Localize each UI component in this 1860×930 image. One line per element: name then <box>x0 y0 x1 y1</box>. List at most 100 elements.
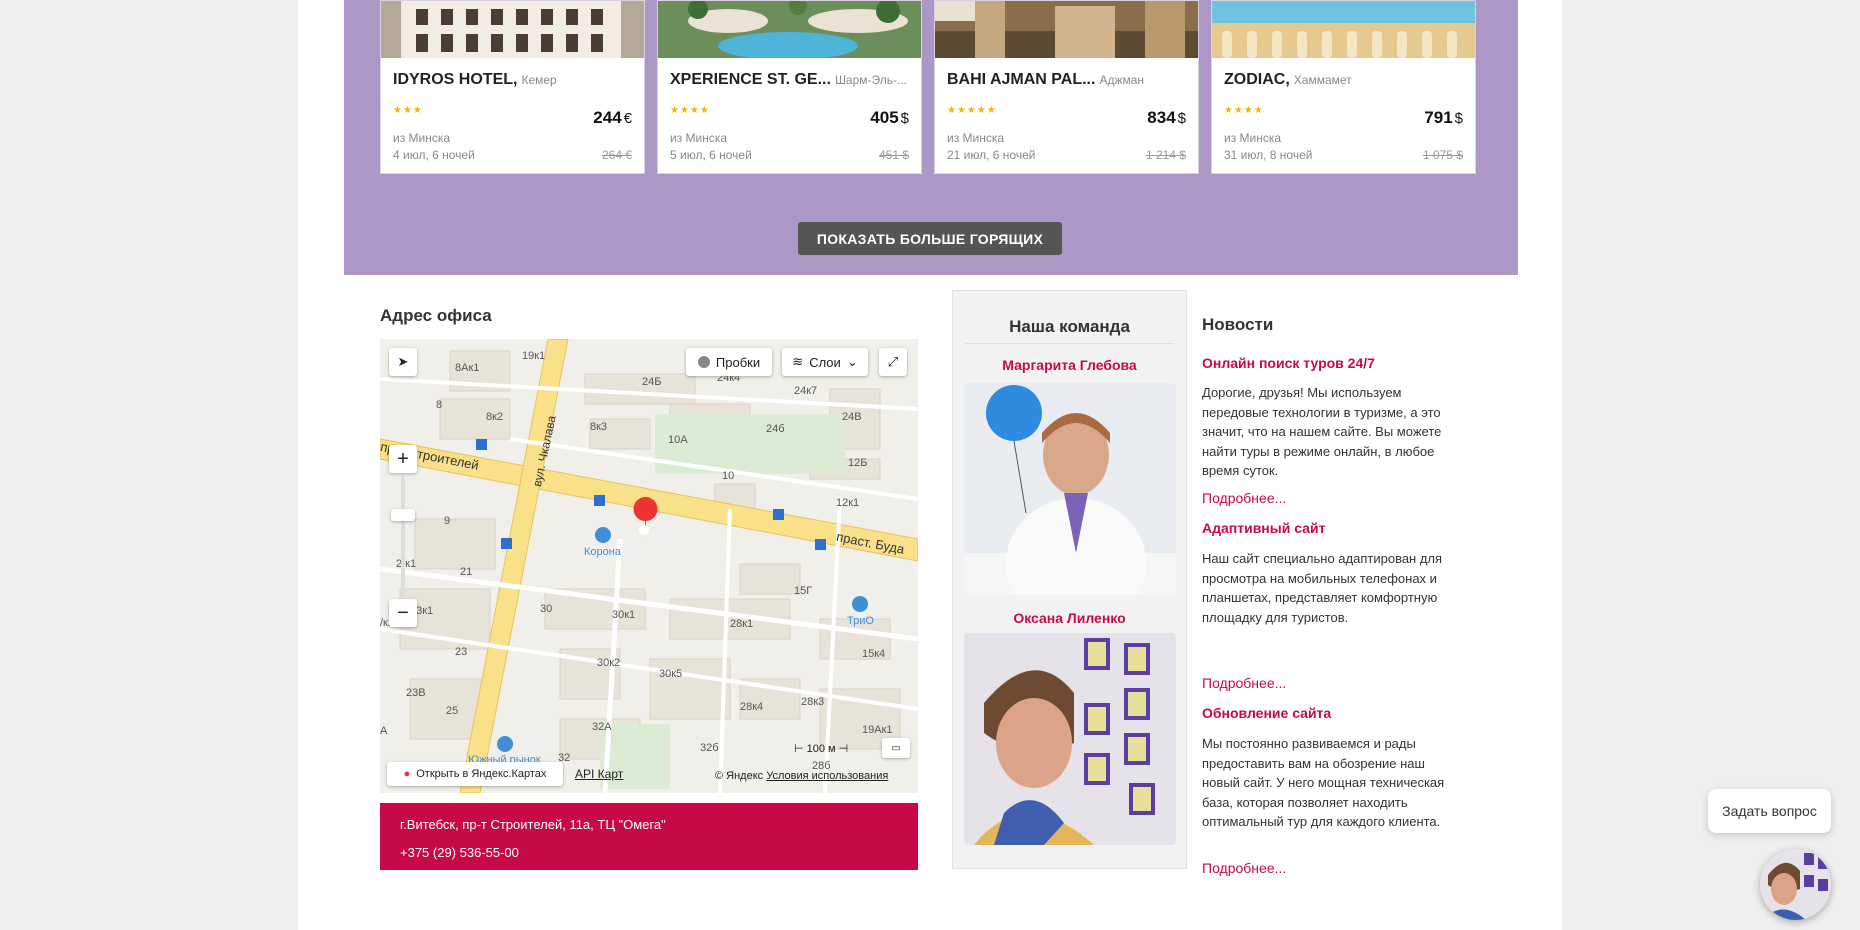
zoom-in-button[interactable]: + <box>389 445 417 473</box>
map-house-number: 9 <box>444 515 451 527</box>
news-read-more-link[interactable]: Подробнее... <box>1202 490 1286 506</box>
map-house-number: 28к1 <box>730 618 754 630</box>
tour-card[interactable]: XPERIENCE ST. GE... Шарм-Эль-... ★★★★ 405… <box>657 0 922 174</box>
divider <box>965 343 1174 344</box>
map-house-number: 21 <box>460 566 473 578</box>
map-house-number: 19к1 <box>522 350 546 362</box>
zoom-slider-track[interactable] <box>401 475 405 597</box>
hotel-photo <box>381 1 644 58</box>
news-text: Наш сайт специально адаптирован для прос… <box>1202 551 1443 625</box>
news-heading[interactable]: Обновление сайта <box>1202 705 1331 721</box>
show-more-hot-button[interactable]: ПОКАЗАТЬ БОЛЬШЕ ГОРЯЩИХ <box>798 222 1062 255</box>
ruler-icon: ▭ <box>891 742 901 754</box>
map-house-number: А <box>380 725 388 737</box>
hotel-name[interactable]: ZODIAC, Хаммамет <box>1224 71 1352 89</box>
map-house-number: 24б <box>766 423 785 435</box>
old-price: 264 € <box>601 148 632 162</box>
map-pin-icon: ● <box>403 768 411 780</box>
news-heading[interactable]: Адаптивный сайт <box>1202 520 1325 536</box>
geolocation-button[interactable]: ➤ <box>389 348 417 376</box>
news-heading[interactable]: Онлайн поиск туров 24/7 <box>1202 355 1375 371</box>
map-house-number: 30к1 <box>612 609 636 621</box>
hotel-city: Аджман <box>1099 73 1145 87</box>
layers-button[interactable]: ≋ Слои ⌄ <box>782 348 868 376</box>
fullscreen-button[interactable]: ⤢ <box>879 348 907 376</box>
departure-city: из Минска <box>393 131 451 145</box>
map-house-number: 30 <box>540 603 553 615</box>
hotel-name[interactable]: XPERIENCE ST. GE... Шарм-Эль-... <box>670 71 907 89</box>
zoom-out-button[interactable]: − <box>389 599 417 627</box>
map-house-number: 15Г <box>794 585 813 597</box>
news-text: Мы постоянно развиваемся и рады предоста… <box>1202 736 1445 829</box>
office-map[interactable]: 19к1 8Ак1 8 8к2 8к3 24Б 24к4 24к7 24В 10… <box>380 339 918 793</box>
map-house-number: 28к4 <box>740 701 764 713</box>
hotel-photo <box>935 1 1198 58</box>
plus-icon: + <box>397 447 409 470</box>
hotel-city: Кемер <box>521 73 557 87</box>
map-house-number: 23 <box>455 646 468 658</box>
map-house-number: 2/к1 <box>396 558 417 570</box>
expand-icon: ⤢ <box>887 354 899 369</box>
tour-card[interactable]: IDYROS HOTEL, Кемер ★★★ 244 € из Минска 4 … <box>380 0 645 174</box>
hotel-stars: ★★★★ <box>670 105 710 116</box>
news-read-more-link[interactable]: Подробнее... <box>1202 860 1286 876</box>
team-member-name: Маргарита Глебова <box>1002 357 1137 373</box>
map-house-number: 24Б <box>642 376 662 388</box>
tour-price: 834 $ <box>1147 108 1186 127</box>
map-house-number: 19Ак1 <box>862 724 893 736</box>
hotel-stars: ★★★ <box>393 105 423 116</box>
tour-date: 5 июл, 6 ночей <box>670 148 752 162</box>
map-house-number: 30к2 <box>597 657 621 669</box>
map-house-number: 10А <box>668 434 688 446</box>
ruler-button[interactable]: ▭ <box>882 738 910 758</box>
departure-city: из Минска <box>1224 131 1282 145</box>
news-title: Новости <box>1202 315 1274 334</box>
tour-date: 31 июл, 8 ночей <box>1224 148 1313 162</box>
departure-city: из Минска <box>947 131 1005 145</box>
traffic-button[interactable]: Пробки <box>686 348 772 376</box>
hotel-photo <box>658 1 921 58</box>
tour-price: 791 $ <box>1424 108 1463 127</box>
team-member-photo <box>964 383 1176 595</box>
map-house-number: 8к3 <box>590 421 608 433</box>
map-house-number: 8к2 <box>486 411 504 423</box>
tour-date: 21 июл, 6 ночей <box>947 148 1036 162</box>
news-text: Дорогие, друзья! Мы используем передовые… <box>1202 385 1442 478</box>
map-house-number: 24к7 <box>794 385 818 397</box>
map-house-number: 15к4 <box>862 648 886 660</box>
map-house-number: 25 <box>446 705 459 717</box>
location-arrow-icon: ➤ <box>397 354 409 369</box>
office-phone[interactable]: +375 (29) 536-55-00 <box>400 839 898 867</box>
tour-card[interactable]: ZODIAC, Хаммамет ★★★★ 791 $ из Минска 31 и… <box>1211 0 1476 174</box>
news-read-more-link[interactable]: Подробнее... <box>1202 675 1286 691</box>
map-poi-label: Корона <box>584 546 621 558</box>
map-house-number: 8 <box>436 399 443 411</box>
tour-price: 244 € <box>593 108 632 127</box>
zoom-slider-handle[interactable] <box>391 509 415 521</box>
map-house-number: 10 <box>722 470 735 482</box>
office-address: г.Витебск, пр-т Строителей, 11а, ТЦ "Оме… <box>400 817 666 832</box>
tour-card[interactable]: BAHI AJMAN PAL... Аджман ★★★★★ 834 $ из Ми… <box>934 0 1199 174</box>
team-member-name: Оксана Лиленко <box>1013 610 1126 626</box>
map-house-number: 12Б <box>848 457 868 469</box>
office-title: Адрес офиса <box>380 306 492 325</box>
api-maps-link[interactable]: API Карт <box>575 767 623 781</box>
old-price: 451 $ <box>878 148 909 162</box>
old-price: 1 075 $ <box>1422 148 1463 162</box>
map-copyright: © Яндекс Условия использования <box>715 770 889 782</box>
team-member-photo <box>964 633 1176 845</box>
hotel-name[interactable]: BAHI AJMAN PAL... Аджман <box>947 71 1144 89</box>
minus-icon: − <box>397 601 409 624</box>
chat-avatar-button[interactable] <box>1760 849 1831 920</box>
open-in-yandex-maps-button[interactable]: ● Открыть в Яндекс.Картах <box>387 762 563 786</box>
hotel-name[interactable]: IDYROS HOTEL, Кемер <box>393 71 557 89</box>
map-scale: ⊢ 100 м ⊣ <box>794 743 849 755</box>
chat-question-bubble[interactable]: Задать вопрос <box>1708 789 1831 833</box>
terms-link[interactable]: Условия использования <box>766 770 888 782</box>
tour-price: 405 $ <box>870 108 909 127</box>
old-price: 1 214 $ <box>1145 148 1186 162</box>
tour-date: 4 июл, 6 ночей <box>393 148 475 162</box>
map-house-number: 24В <box>842 411 862 423</box>
hotel-stars: ★★★★★ <box>947 105 997 116</box>
hotel-photo <box>1212 1 1475 58</box>
